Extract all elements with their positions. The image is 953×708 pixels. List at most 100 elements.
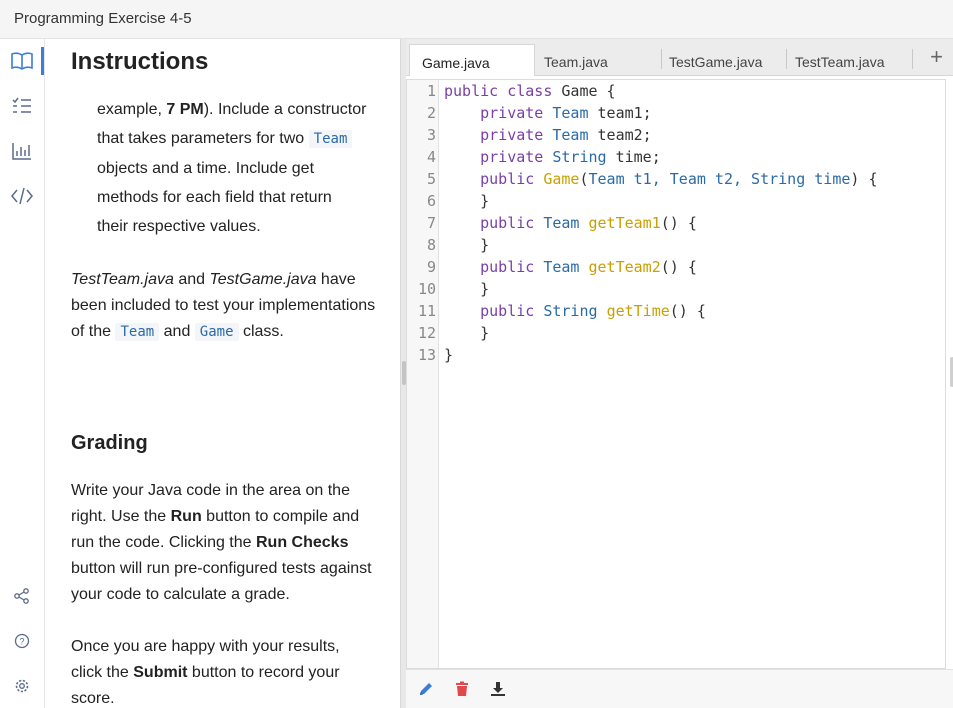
text: and	[173, 271, 210, 288]
line-number: 8	[426, 236, 436, 254]
line-number: 6	[426, 192, 436, 210]
code-token: team2;	[588, 126, 652, 144]
tab-label: TestGame.java	[669, 54, 763, 70]
code-line: public Team getTeam1() {	[444, 212, 697, 234]
active-indicator	[41, 47, 44, 75]
line-number: 5	[426, 170, 436, 188]
keyword-token: public	[480, 258, 535, 276]
text: and	[159, 323, 195, 340]
function-token: getTeam1	[588, 214, 661, 232]
line-number: 10	[417, 280, 436, 298]
line-number: 11	[417, 302, 436, 320]
svg-text:?: ?	[19, 637, 24, 647]
submit-paragraph: Once you are happy with your results, cl…	[71, 634, 371, 708]
test-files-paragraph: TestTeam.java and TestGame.java have bee…	[71, 267, 391, 345]
code-line: }	[444, 324, 490, 342]
code-token: ) {	[850, 170, 878, 188]
code-token: () {	[669, 302, 706, 320]
book-icon[interactable]	[10, 49, 34, 73]
code-token: team1;	[588, 104, 652, 122]
param-token: Team t1, Team t2, String time	[588, 170, 851, 188]
code-token: (	[579, 170, 589, 188]
keyword-token: private	[480, 104, 544, 122]
code-line: }	[444, 346, 454, 364]
code-line: private String time;	[444, 146, 661, 168]
code-line: public String getTime() {	[444, 300, 706, 322]
tab-label: Team.java	[544, 54, 608, 70]
text: their respective values.	[97, 218, 261, 235]
code-line: private Team team1;	[444, 102, 652, 124]
inline-code: Team	[115, 323, 160, 341]
grading-heading: Grading	[71, 432, 148, 454]
help-icon[interactable]: ?	[10, 629, 34, 653]
line-number: 3	[426, 126, 436, 144]
type-token: Team	[552, 104, 589, 122]
instructions-header: Instructions	[45, 39, 400, 83]
bold-text: Run	[170, 508, 202, 525]
tab-label: Game.java	[422, 55, 490, 71]
text: ). Include a constructor	[203, 101, 367, 118]
function-token: getTeam2	[588, 258, 661, 276]
instructions-panel: example, 7 PM). Include a constructor th…	[45, 39, 400, 708]
line-number: 12	[417, 324, 436, 342]
line-number-gutter: 1 2 3 4 5 6 7 8 9 10 11 12 13	[407, 80, 439, 668]
italic-text: TestTeam.java	[71, 271, 174, 288]
code-line: }	[444, 192, 490, 210]
keyword-token: private	[480, 126, 544, 144]
add-tab-button[interactable]: +	[930, 44, 943, 70]
type-token: String	[543, 302, 598, 320]
bold-text: Run Checks	[256, 534, 349, 551]
line-number: 9	[426, 258, 436, 276]
bullet-continuation: example, 7 PM). Include a constructor th…	[97, 95, 387, 241]
share-icon[interactable]	[10, 584, 34, 608]
window-title: Programming Exercise 4-5	[14, 10, 192, 27]
editor-area: Game.java Team.java TestGame.java TestTe…	[406, 39, 953, 708]
tab-game-java[interactable]: Game.java	[409, 44, 535, 76]
bold-text: Submit	[133, 664, 188, 681]
line-number: 13	[417, 346, 436, 364]
file-tab-bar: Game.java Team.java TestGame.java TestTe…	[406, 39, 953, 76]
line-number: 2	[426, 104, 436, 122]
keyword-token: public	[480, 170, 535, 188]
icon-rail: ?	[0, 39, 45, 708]
line-number: 7	[426, 214, 436, 232]
keyword-token: private	[480, 148, 544, 166]
pencil-icon[interactable]	[417, 680, 435, 698]
tab-separator	[912, 49, 913, 69]
code-token: time;	[606, 148, 661, 166]
code-line: }	[444, 280, 490, 298]
line-number: 1	[426, 82, 436, 100]
code-token: () {	[660, 214, 697, 232]
trash-icon[interactable]	[453, 680, 471, 698]
code-token: () {	[660, 258, 697, 276]
code-icon[interactable]	[10, 184, 34, 208]
tab-testteam-java[interactable]: TestTeam.java	[783, 44, 909, 76]
text: objects and a time. Include get	[97, 160, 315, 177]
type-token: Team	[543, 214, 580, 232]
download-icon[interactable]	[489, 680, 507, 698]
tab-team-java[interactable]: Team.java	[532, 44, 662, 76]
text: example,	[97, 101, 167, 118]
line-number: 4	[426, 148, 436, 166]
code-line: public Team getTeam2() {	[444, 256, 697, 278]
chart-icon[interactable]	[10, 139, 34, 163]
type-token: Team	[543, 258, 580, 276]
code-editor[interactable]: 1 2 3 4 5 6 7 8 9 10 11 12 13 public cla…	[406, 79, 946, 669]
keyword-token: class	[507, 82, 553, 100]
keyword-token: public	[480, 302, 535, 320]
type-token: String	[552, 148, 607, 166]
settings-icon[interactable]	[10, 674, 34, 698]
checklist-icon[interactable]	[10, 94, 34, 118]
code-token: Game {	[552, 82, 616, 100]
function-token: Game	[543, 170, 580, 188]
tab-testgame-java[interactable]: TestGame.java	[657, 44, 783, 76]
function-token: getTime	[606, 302, 670, 320]
keyword-token: public	[480, 214, 535, 232]
